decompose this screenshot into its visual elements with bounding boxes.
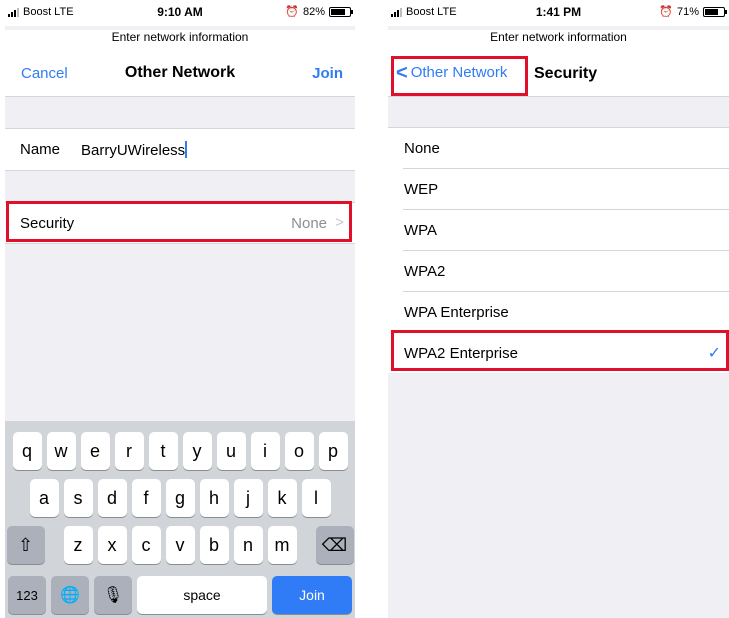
keyboard-row-1: qwertyuiop	[5, 432, 355, 470]
globe-icon: 🌐	[60, 587, 80, 604]
security-option-label: WEP	[404, 181, 439, 198]
keyboard-row-2: asdfghjkl	[5, 479, 355, 517]
key-k[interactable]: k	[267, 479, 297, 517]
alarm-icon: ⏰	[285, 6, 299, 18]
dictation-key[interactable]: 🎙	[94, 576, 132, 614]
numbers-key[interactable]: 123	[8, 576, 46, 614]
alarm-icon: ⏰	[659, 6, 673, 18]
security-option-label: WPA Enterprise	[404, 304, 509, 321]
key-d[interactable]: d	[97, 479, 127, 517]
join-button[interactable]: Join	[312, 65, 343, 82]
battery-icon	[329, 6, 353, 17]
security-options-list: None WEP WPA WPA2 WPA Enterprise WPA2 Enterpr…	[388, 127, 729, 373]
keyboard: qwertyuiop asdfghjkl ⇧ zxcvbnm ⌫ 123 🌐 🎙…	[5, 421, 355, 618]
nav-bar: < Other Network Security	[388, 48, 729, 97]
key-e[interactable]: e	[80, 432, 110, 470]
key-r[interactable]: r	[114, 432, 144, 470]
keyboard-row-3: ⇧ zxcvbnm ⌫	[5, 526, 355, 564]
security-option[interactable]: WPA2 Enterprise ✓	[403, 333, 729, 373]
security-option[interactable]: None	[403, 128, 729, 169]
key-s[interactable]: s	[63, 479, 93, 517]
key-x[interactable]: x	[97, 526, 127, 564]
page-title: Other Network	[124, 64, 236, 81]
key-u[interactable]: u	[216, 432, 246, 470]
back-button[interactable]: < Other Network	[396, 61, 508, 84]
prompt-text: Enter network information	[388, 30, 729, 48]
shift-key[interactable]: ⇧	[6, 526, 45, 564]
key-y[interactable]: y	[182, 432, 212, 470]
key-p[interactable]: p	[318, 432, 348, 470]
page-title: Security	[534, 65, 598, 82]
battery-percent: 82%	[302, 5, 325, 18]
backspace-icon: ⌫	[321, 534, 348, 555]
checkmark-icon: ✓	[707, 345, 721, 362]
key-w[interactable]: w	[46, 432, 76, 470]
security-option-label: None	[404, 140, 440, 157]
name-input[interactable]: BarryUWireless	[81, 141, 188, 159]
key-g[interactable]: g	[165, 479, 195, 517]
keyboard-join-key[interactable]: Join	[272, 576, 352, 614]
status-bar: Boost LTE 1:41 PM ⏰ 71%	[388, 0, 729, 26]
globe-key[interactable]: 🌐	[51, 576, 89, 614]
security-option[interactable]: WPA Enterprise	[403, 292, 729, 333]
security-option[interactable]: WPA	[403, 210, 729, 251]
security-value: None	[291, 215, 327, 232]
chevron-right-icon: >	[335, 214, 344, 231]
status-bar: Boost LTE 9:10 AM ⏰ 82%	[5, 0, 355, 26]
key-i[interactable]: i	[250, 432, 280, 470]
key-o[interactable]: o	[284, 432, 314, 470]
security-option-label: WPA	[404, 222, 438, 239]
space-key[interactable]: space	[137, 576, 267, 614]
keyboard-row-4: 123 🌐 🎙 space Join	[8, 576, 352, 614]
battery-icon	[703, 6, 727, 17]
chevron-left-icon: <	[396, 61, 408, 84]
battery-fill	[705, 8, 718, 15]
security-option[interactable]: WPA2	[403, 251, 729, 292]
security-option[interactable]: WEP	[403, 169, 729, 210]
microphone-icon: 🎙	[102, 587, 124, 604]
key-f[interactable]: f	[131, 479, 161, 517]
key-t[interactable]: t	[148, 432, 178, 470]
name-field-row[interactable]: Name BarryUWireless	[5, 128, 355, 171]
key-n[interactable]: n	[233, 526, 263, 564]
key-q[interactable]: q	[12, 432, 42, 470]
key-l[interactable]: l	[301, 479, 331, 517]
key-z[interactable]: z	[63, 526, 93, 564]
security-row[interactable]: Security None >	[5, 202, 355, 244]
back-label: Other Network	[410, 64, 508, 81]
battery-percent: 71%	[676, 5, 699, 18]
delete-key[interactable]: ⌫	[315, 526, 354, 564]
security-option-label: WPA2 Enterprise	[404, 345, 518, 362]
key-j[interactable]: j	[233, 479, 263, 517]
left-phone-screen: Boost LTE 9:10 AM ⏰ 82% Enter network in…	[5, 0, 355, 618]
key-b[interactable]: b	[199, 526, 229, 564]
right-phone-screen: Boost LTE 1:41 PM ⏰ 71% Enter network in…	[388, 0, 729, 618]
battery-fill	[331, 8, 345, 15]
nav-bar: Cancel Other Network Join	[5, 48, 355, 97]
key-h[interactable]: h	[199, 479, 229, 517]
text-caret	[185, 141, 188, 158]
key-m[interactable]: m	[267, 526, 297, 564]
key-a[interactable]: a	[29, 479, 59, 517]
name-value: BarryUWireless	[81, 142, 186, 159]
key-c[interactable]: c	[131, 526, 161, 564]
key-v[interactable]: v	[165, 526, 195, 564]
shift-icon: ⇧	[17, 534, 34, 555]
prompt-text: Enter network information	[5, 30, 355, 48]
security-label: Security	[20, 215, 75, 232]
security-option-label: WPA2	[404, 263, 446, 280]
name-label: Name	[20, 141, 61, 158]
